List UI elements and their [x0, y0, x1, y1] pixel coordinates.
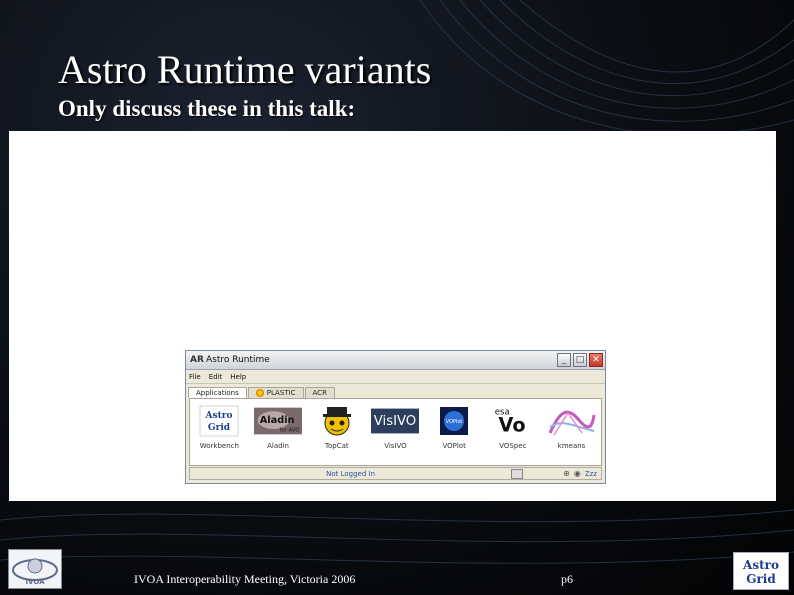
sleep-status[interactable]: Zzz	[585, 470, 597, 478]
app-vospec[interactable]: esa Vo VOSpec	[487, 405, 539, 450]
voplot-logo-icon: VOPlot	[430, 405, 478, 437]
maximize-button[interactable]: □	[573, 353, 587, 367]
app-aladin-label: Aladin	[267, 442, 289, 450]
app-topcat-label: TopCat	[324, 442, 349, 450]
minimize-button[interactable]: _	[557, 353, 571, 367]
footer-meeting: IVOA Interoperability Meeting, Victoria …	[134, 572, 356, 586]
app-workbench-logo-line1: Astro	[205, 411, 233, 421]
ivoa-logo-icon: IVOA	[8, 549, 62, 589]
plastic-icon	[255, 389, 264, 397]
slide-subtitle: Only discuss these in this talk:	[58, 96, 356, 121]
tab-applications[interactable]: Applications	[188, 387, 247, 398]
applications-panel: Astro Grid Workbench Aladin for AVO Alad…	[189, 398, 602, 466]
slide-title: Astro Runtime variants	[58, 47, 432, 92]
window-titlebar[interactable]: AR Astro Runtime _ □ ✕	[186, 351, 605, 370]
kmeans-logo-icon	[548, 405, 596, 437]
app-aladin-logo-text: Aladin	[260, 415, 295, 426]
tab-plastic[interactable]: PLASTIC	[247, 387, 304, 398]
menu-edit[interactable]: Edit	[209, 373, 223, 381]
footer-page-number: p6	[561, 572, 573, 586]
app-visivo-label: VisIVO	[384, 442, 407, 450]
app-workbench-label: Workbench	[199, 442, 239, 450]
ag-logo-line2: Grid	[746, 572, 776, 586]
window-title: Astro Runtime	[206, 355, 270, 365]
ivoa-logo-text: IVOA	[25, 578, 45, 586]
vospec-logo-icon: esa Vo	[489, 405, 537, 437]
app-voplot[interactable]: VOPlot VOPlot	[428, 405, 480, 450]
app-voplot-label: VOPlot	[442, 442, 466, 450]
topcat-logo-icon	[313, 405, 361, 437]
app-vospec-label: VOSpec	[499, 442, 527, 450]
astro-runtime-window: AR Astro Runtime _ □ ✕ File Edit Help Ap…	[185, 350, 606, 484]
plastic-status-icon: ◉	[573, 469, 581, 478]
network-icon: ⊕	[563, 469, 570, 478]
tab-bar: Applications PLASTIC ACR	[186, 384, 605, 398]
app-workbench[interactable]: Astro Grid Workbench	[193, 405, 245, 450]
visivo-logo-icon: VisIVO	[371, 405, 420, 437]
tab-plastic-label: PLASTIC	[266, 389, 296, 397]
app-aladin-logo-sub: for AVO	[280, 428, 300, 434]
menu-help[interactable]: Help	[230, 373, 246, 381]
app-kmeans-label: kmeans	[557, 442, 586, 450]
menu-bar: File Edit Help	[186, 370, 605, 384]
app-aladin[interactable]: Aladin for AVO Aladin	[252, 405, 304, 450]
astrogrid-logo-icon: Astro Grid	[195, 405, 243, 437]
app-workbench-logo-line2: Grid	[208, 423, 231, 433]
astro-runtime-icon: AR	[190, 354, 204, 365]
app-visivo[interactable]: VisIVO VisIVO	[369, 405, 421, 450]
status-indicator-box	[511, 468, 524, 479]
astrogrid-footer-logo: Astro Grid	[733, 552, 789, 590]
app-vospec-logo-text: Vo	[498, 414, 525, 437]
app-visivo-logo-text: VisIVO	[374, 414, 416, 429]
ag-logo-line1: Astro	[742, 558, 779, 572]
app-topcat[interactable]: TopCat	[311, 405, 363, 450]
app-kmeans[interactable]: kmeans	[546, 405, 598, 450]
login-status[interactable]: Not Logged In	[190, 470, 511, 478]
menu-file[interactable]: File	[189, 373, 201, 381]
aladin-logo-icon: Aladin for AVO	[254, 405, 303, 437]
close-button[interactable]: ✕	[589, 353, 603, 367]
app-voplot-logo-text: VOPlot	[446, 419, 463, 425]
status-bar: Not Logged In ⊕ ◉ Zzz	[189, 467, 602, 480]
tab-acr[interactable]: ACR	[304, 387, 335, 398]
